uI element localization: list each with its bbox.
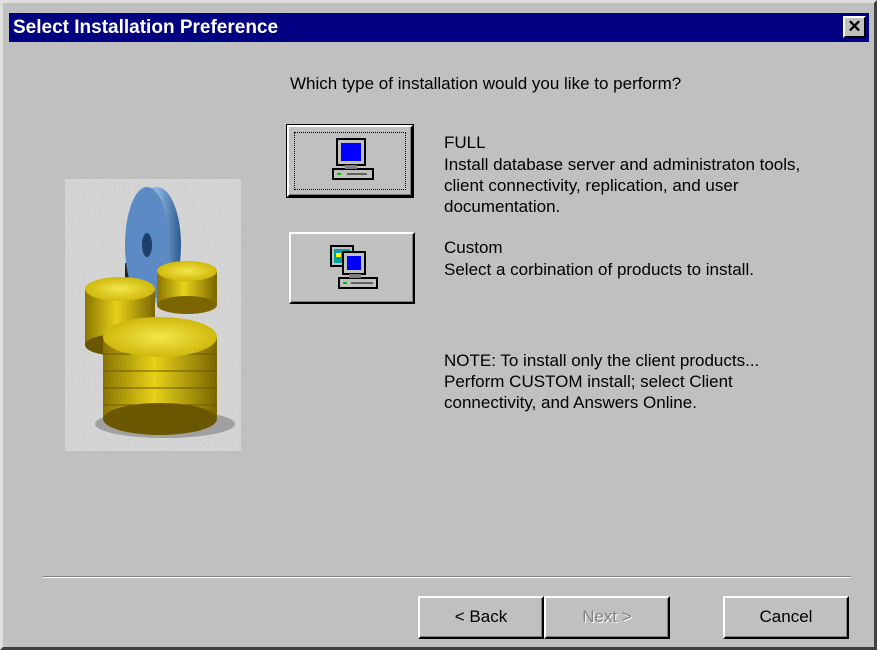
- full-install-button[interactable]: [286, 124, 414, 198]
- full-desc-line: documentation.: [444, 197, 561, 216]
- note-line: NOTE: To install only the client product…: [444, 351, 760, 370]
- back-button-label: < Back: [454, 607, 508, 626]
- next-button[interactable]: Next >: [544, 596, 670, 639]
- custom-option-description: Select a corbination of products to inst…: [444, 259, 864, 280]
- note-line: connectivity, and Answers Online.: [444, 393, 697, 412]
- title-bar[interactable]: Select Installation Preference ✕: [9, 13, 869, 42]
- back-button[interactable]: < Back: [418, 596, 544, 639]
- full-option-description: Install database server and administrato…: [444, 154, 864, 217]
- next-button-label: Next >: [582, 607, 632, 626]
- full-desc-line: client connectivity, replication, and us…: [444, 176, 739, 195]
- computer-icon: [332, 138, 374, 180]
- full-desc-line: Install database server and administrato…: [444, 155, 801, 174]
- cancel-button[interactable]: Cancel: [723, 596, 849, 639]
- note-line: Perform CUSTOM install; select Client: [444, 372, 733, 391]
- separator: [43, 576, 851, 578]
- cancel-button-label: Cancel: [759, 607, 813, 626]
- installation-illustration: [65, 179, 241, 451]
- close-icon: ✕: [847, 17, 862, 36]
- installation-question: Which type of installation would you lik…: [290, 74, 682, 93]
- full-option-title: FULL: [444, 133, 486, 152]
- custom-install-button[interactable]: [289, 232, 415, 304]
- custom-desc-line: Select a corbination of products to inst…: [444, 260, 754, 279]
- window-title: Select Installation Preference: [13, 17, 279, 38]
- dialog-window: Select Installation Preference ✕ Which t…: [0, 0, 877, 650]
- install-note: NOTE: To install only the client product…: [444, 350, 864, 413]
- custom-computer-icon: [330, 245, 378, 289]
- custom-option-title: Custom: [444, 238, 503, 257]
- close-button[interactable]: ✕: [843, 16, 866, 38]
